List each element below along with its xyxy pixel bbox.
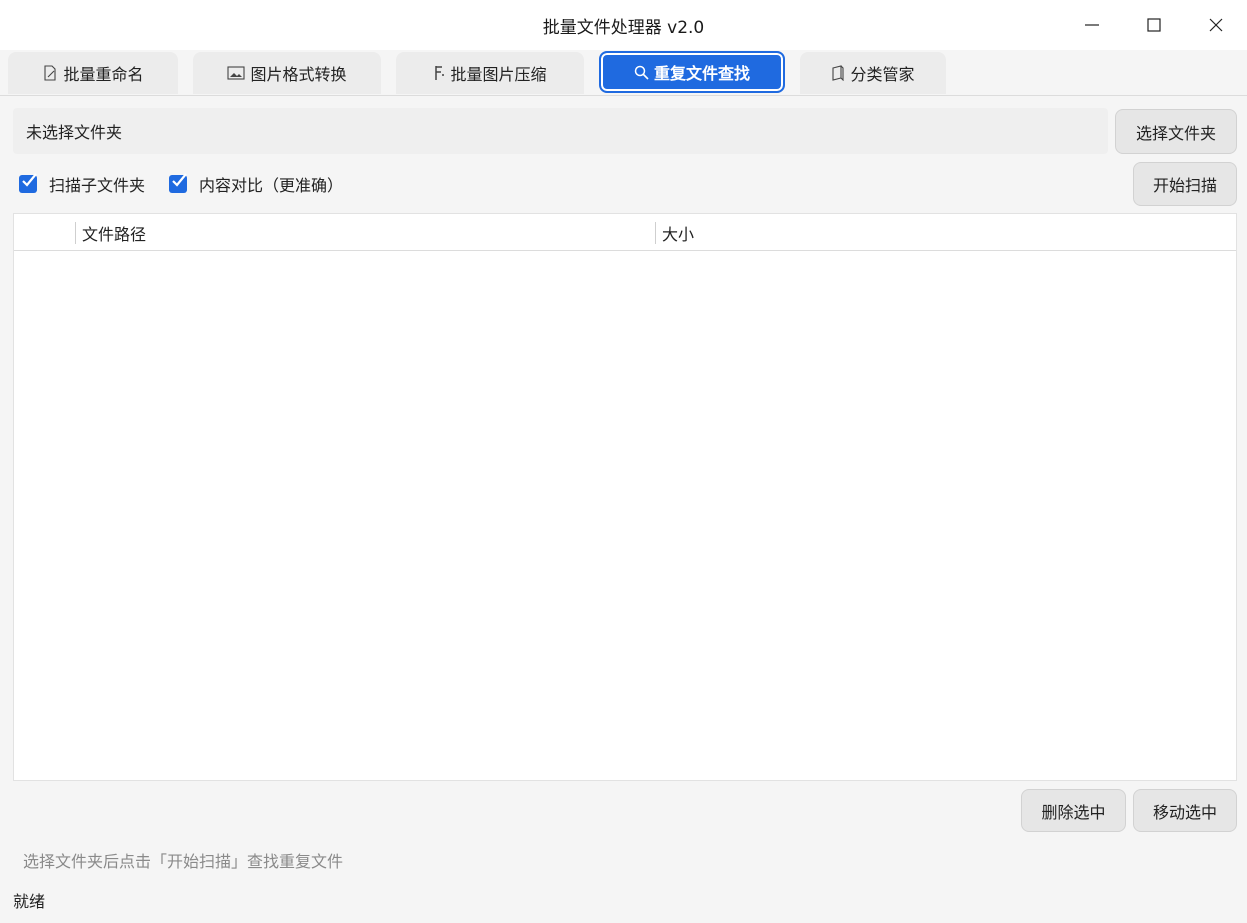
document-edit-icon	[42, 65, 58, 81]
content-compare-label: 内容对比（更准确）	[199, 176, 344, 195]
compress-icon	[433, 65, 445, 81]
tab-image-convert[interactable]: 图片格式转换	[193, 52, 381, 94]
content-compare-option[interactable]: 内容对比（更准确）	[163, 172, 343, 196]
minimize-button[interactable]	[1061, 0, 1123, 50]
scan-subfolders-label: 扫描子文件夹	[49, 176, 146, 195]
tab-label: 批量重命名	[63, 65, 144, 84]
tab-category-manager[interactable]: 分类管家	[800, 52, 946, 94]
title-bar: 批量文件处理器 v2.0	[0, 0, 1247, 50]
hint-text: 选择文件夹后点击「开始扫描」查找重复文件	[23, 852, 344, 871]
tab-batch-rename[interactable]: 批量重命名	[8, 52, 178, 94]
picture-icon	[227, 66, 246, 80]
folder-book-icon	[831, 65, 845, 81]
scan-subfolders-option[interactable]: 扫描子文件夹	[13, 172, 145, 196]
table-header: 文件路径 大小	[14, 214, 1236, 251]
tab-label: 图片格式转换	[250, 65, 347, 84]
app-window: 批量文件处理器 v2.0 批量重命名 图片格式转换 批量图片压缩 重复文件查找 …	[0, 0, 1247, 923]
window-controls	[1061, 0, 1247, 50]
column-separator	[75, 222, 76, 244]
tab-image-compress[interactable]: 批量图片压缩	[396, 52, 584, 94]
status-text: 就绪	[13, 892, 46, 911]
maximize-button[interactable]	[1123, 0, 1185, 50]
folder-path-display: 未选择文件夹	[13, 108, 1108, 154]
checkmark-icon	[172, 173, 187, 187]
duplicate-files-table[interactable]: 文件路径 大小	[13, 213, 1237, 781]
tab-label: 重复文件查找	[653, 64, 750, 83]
folder-path-text: 未选择文件夹	[26, 123, 123, 142]
scan-options: 扫描子文件夹 内容对比（更准确）	[13, 162, 361, 206]
column-separator	[655, 222, 656, 244]
close-button[interactable]	[1185, 0, 1247, 50]
content-compare-checkbox[interactable]	[169, 173, 188, 193]
move-selected-button[interactable]: 移动选中	[1133, 789, 1237, 832]
search-icon	[634, 65, 649, 80]
window-title: 批量文件处理器 v2.0	[542, 17, 705, 38]
select-folder-button[interactable]: 选择文件夹	[1115, 109, 1237, 154]
delete-selected-button[interactable]: 删除选中	[1021, 789, 1126, 832]
close-icon	[1209, 18, 1223, 32]
tab-duplicate-finder[interactable]: 重复文件查找	[599, 51, 785, 93]
checkmark-icon	[22, 173, 37, 187]
start-scan-button[interactable]: 开始扫描	[1133, 162, 1237, 206]
tab-label: 分类管家	[850, 65, 915, 84]
scan-subfolders-checkbox[interactable]	[19, 173, 37, 193]
column-header-size[interactable]: 大小	[662, 214, 694, 251]
tab-label: 批量图片压缩	[450, 65, 547, 84]
tab-bar: 批量重命名 图片格式转换 批量图片压缩 重复文件查找 分类管家	[0, 50, 1247, 96]
column-header-path[interactable]: 文件路径	[82, 214, 146, 251]
maximize-icon	[1147, 18, 1161, 32]
minimize-icon	[1085, 24, 1099, 26]
